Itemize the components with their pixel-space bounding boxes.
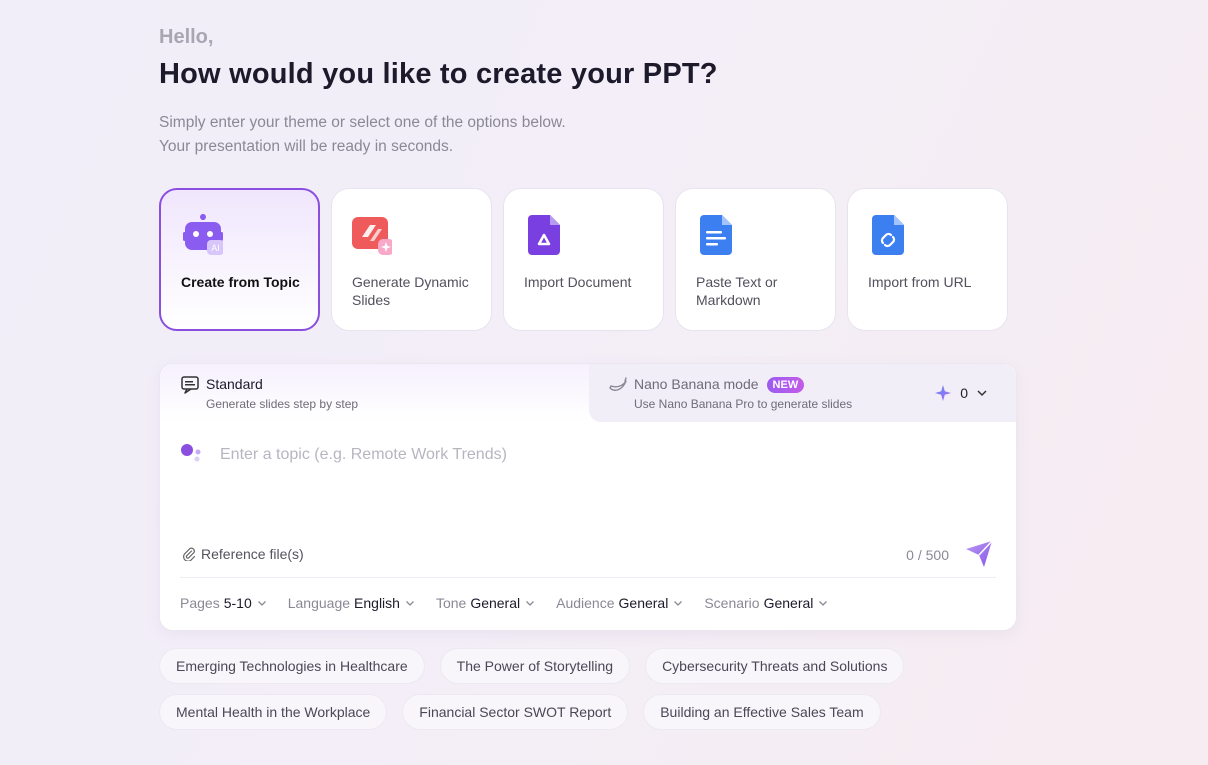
page-title: How would you like to create your PPT? [159, 58, 718, 90]
topic-suggestions: Emerging Technologies in Healthcare The … [159, 648, 1019, 740]
tab-nano-banana[interactable]: Nano Banana mode NEW Use Nano Banana Pro … [589, 364, 1016, 422]
suggestion-row: Mental Health in the Workplace Financial… [159, 694, 1019, 730]
suggestion-chip[interactable]: Mental Health in the Workplace [159, 694, 388, 730]
card-paste-text[interactable]: Paste Text or Markdown [675, 188, 836, 331]
assistant-dots-icon [181, 444, 201, 462]
tab-standard[interactable]: Standard Generate slides step by step [160, 364, 589, 422]
option-value: General [763, 595, 814, 611]
creation-options: AI Create from Topic Generate Dynamic Sl… [159, 188, 1008, 331]
suggestion-chip[interactable]: Financial Sector SWOT Report [402, 694, 629, 730]
card-label: Paste Text or Markdown [696, 274, 778, 308]
tab-standard-title: Standard [206, 376, 263, 392]
char-counter: 0 / 500 [906, 547, 949, 563]
option-audience[interactable]: Audience General [556, 595, 684, 611]
suggestion-chip[interactable]: Building an Effective Sales Team [643, 694, 881, 730]
new-badge: NEW [766, 377, 805, 393]
reference-files-button[interactable]: Reference file(s) [182, 546, 304, 562]
card-import-document[interactable]: Import Document [503, 188, 664, 331]
option-scenario[interactable]: Scenario General [704, 595, 829, 611]
dynamic-slides-icon [352, 217, 392, 255]
send-icon[interactable] [964, 539, 994, 569]
suggestion-chip[interactable]: The Power of Storytelling [439, 648, 631, 684]
slides-chat-icon [181, 376, 199, 394]
chevron-down-icon [257, 601, 266, 606]
subtitle-line-2: Your presentation will be ready in secon… [159, 138, 454, 155]
option-value: English [354, 595, 400, 611]
tab-nano-title: Nano Banana mode NEW [634, 376, 805, 393]
subtitle-line-1: Simply enter your theme or select one of… [159, 114, 566, 131]
chevron-down-icon [977, 390, 987, 397]
svg-text:AI: AI [211, 243, 220, 253]
text-document-icon [700, 215, 732, 255]
chevron-down-icon [674, 601, 683, 606]
option-pages[interactable]: Pages 5-10 [180, 595, 268, 611]
option-key: Pages [180, 595, 220, 611]
reference-files-label: Reference file(s) [201, 546, 304, 562]
generation-options: Pages 5-10 Language English Tone General Au… [180, 595, 829, 611]
divider [180, 577, 996, 578]
suggestion-chip[interactable]: Emerging Technologies in Healthcare [159, 648, 425, 684]
mode-tabs: Standard Generate slides step by step Na… [160, 364, 1016, 422]
option-value: General [618, 595, 669, 611]
robot-ai-icon: AI [183, 214, 223, 255]
card-label: Create from Topic [181, 274, 300, 290]
credits-dropdown[interactable]: 0 [934, 384, 988, 402]
option-key: Audience [556, 595, 615, 611]
tab-nano-title-text: Nano Banana mode [634, 376, 759, 392]
prompt-panel: Standard Generate slides step by step Na… [159, 363, 1017, 631]
option-key: Scenario [704, 595, 760, 611]
credits-count: 0 [960, 385, 968, 401]
option-key: Language [287, 595, 351, 611]
page-subtitle: Simply enter your theme or select one of… [159, 111, 566, 159]
card-label: Import Document [524, 274, 632, 290]
suggestion-row: Emerging Technologies in Healthcare The … [159, 648, 1019, 684]
banana-icon [609, 377, 627, 391]
card-generate-dynamic-slides[interactable]: Generate Dynamic Slides [331, 188, 492, 331]
greeting: Hello, [159, 26, 214, 48]
tab-standard-desc: Generate slides step by step [206, 397, 359, 411]
option-key: Tone [435, 595, 467, 611]
sparkle-icon [935, 385, 952, 401]
document-drive-icon [528, 215, 560, 255]
paperclip-icon [183, 547, 196, 561]
card-label: Import from URL [868, 274, 972, 290]
chevron-down-icon [526, 601, 535, 606]
link-document-icon [872, 215, 904, 255]
card-label: Generate Dynamic Slides [352, 274, 469, 308]
chevron-down-icon [405, 601, 414, 606]
tab-nano-desc: Use Nano Banana Pro to generate slides [634, 397, 853, 411]
option-value: General [470, 595, 521, 611]
option-tone[interactable]: Tone General [436, 595, 536, 611]
option-value: 5-10 [223, 595, 252, 611]
option-language[interactable]: Language English [288, 595, 416, 611]
card-create-from-topic[interactable]: AI Create from Topic [159, 188, 320, 331]
chevron-down-icon [819, 601, 828, 606]
topic-input[interactable] [220, 444, 980, 466]
suggestion-chip[interactable]: Cybersecurity Threats and Solutions [645, 648, 905, 684]
card-import-url[interactable]: Import from URL [847, 188, 1008, 331]
